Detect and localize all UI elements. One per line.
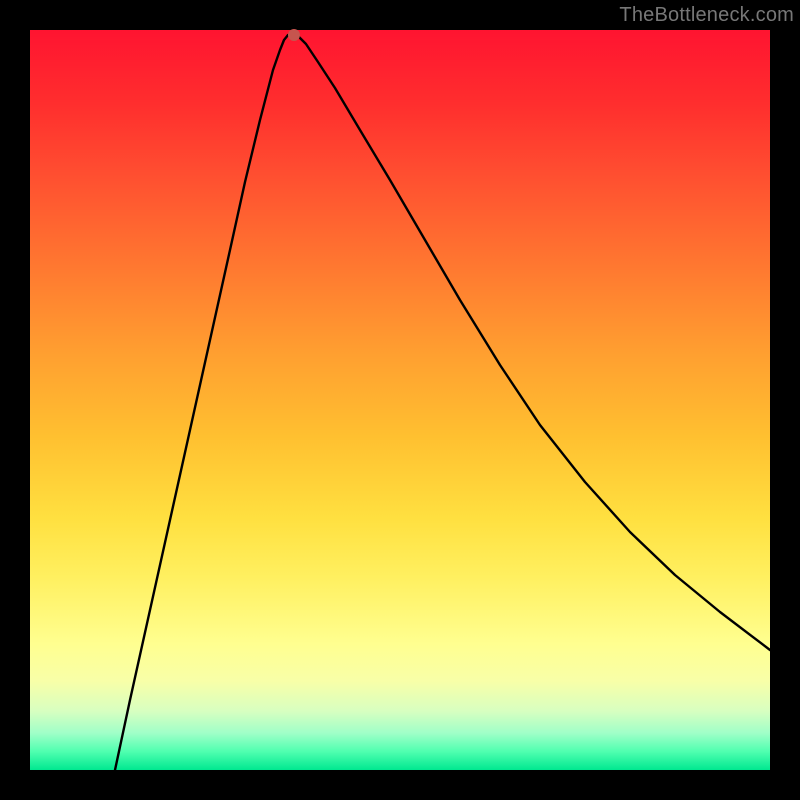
plot-area	[30, 30, 770, 770]
curve-svg	[30, 30, 770, 770]
optimum-marker	[288, 29, 300, 41]
chart-frame: TheBottleneck.com	[0, 0, 800, 800]
watermark-text: TheBottleneck.com	[619, 4, 794, 27]
bottleneck-curve	[115, 34, 770, 770]
